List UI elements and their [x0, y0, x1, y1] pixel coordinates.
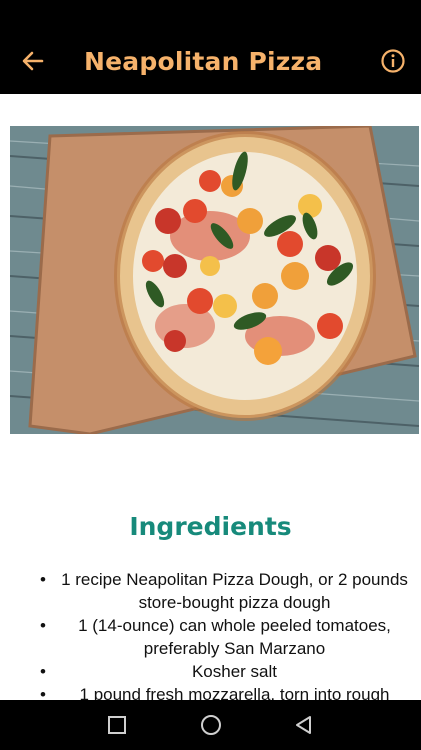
app-bar: Neapolitan Pizza	[0, 0, 421, 94]
ingredient-item: • 1 recipe Neapolitan Pizza Dough, or 2 …	[0, 568, 421, 614]
info-button[interactable]	[380, 48, 406, 74]
ingredient-text: 1 recipe Neapolitan Pizza Dough, or 2 po…	[61, 570, 408, 612]
bullet-icon: •	[40, 616, 46, 635]
bullet-icon: •	[40, 685, 46, 700]
nav-back-button[interactable]	[292, 713, 316, 737]
ingredient-item: • Kosher salt	[0, 660, 421, 683]
system-nav-bar	[0, 700, 421, 750]
page-title: Neapolitan Pizza	[84, 47, 323, 76]
back-button[interactable]	[20, 48, 46, 74]
pizza-photo	[10, 126, 419, 434]
ingredients-list: • 1 recipe Neapolitan Pizza Dough, or 2 …	[0, 568, 421, 700]
ingredients-heading: Ingredients	[129, 512, 292, 541]
bullet-icon: •	[40, 570, 46, 589]
bullet-icon: •	[40, 662, 46, 681]
ingredient-item: • 1 pound fresh mozzarella, torn into ro…	[0, 683, 421, 700]
recipe-image	[10, 126, 419, 434]
ingredient-text: 1 pound fresh mozzarella, torn into roug…	[79, 685, 390, 700]
recents-button[interactable]	[105, 713, 129, 737]
square-icon	[108, 716, 126, 734]
arrow-left-icon	[22, 51, 44, 71]
info-icon	[381, 49, 405, 73]
circle-icon	[201, 715, 221, 735]
home-button[interactable]	[199, 713, 223, 737]
ingredient-item: • 1 (14-ounce) can whole peeled tomatoes…	[0, 614, 421, 660]
ingredient-text: 1 (14-ounce) can whole peeled tomatoes, …	[78, 616, 391, 658]
triangle-back-icon	[296, 716, 311, 734]
ingredient-text: Kosher salt	[191, 662, 278, 681]
